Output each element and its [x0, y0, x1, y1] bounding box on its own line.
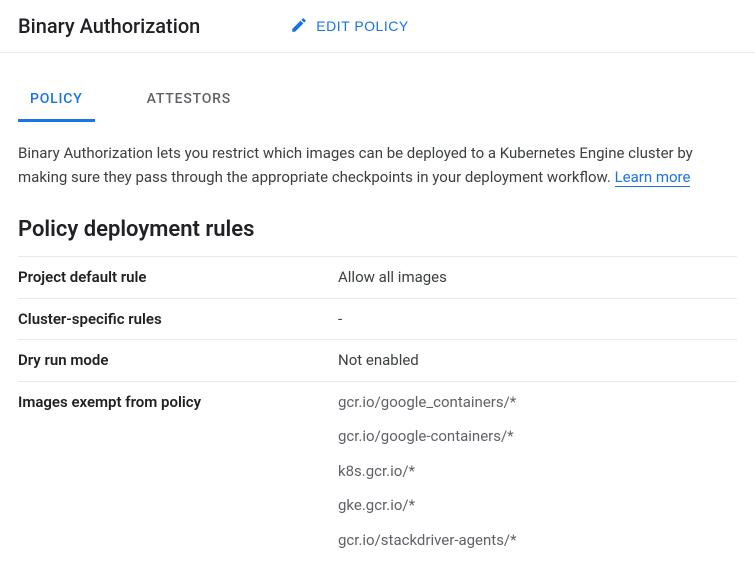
cluster-rules-value: - — [338, 298, 737, 340]
cluster-rules-label: Cluster-specific rules — [18, 298, 338, 340]
dry-run-label: Dry run mode — [18, 340, 338, 382]
description-text: Binary Authorization lets you restrict w… — [18, 141, 737, 189]
edit-policy-button[interactable]: EDIT POLICY — [290, 16, 408, 37]
dry-run-value: Not enabled — [338, 340, 737, 382]
edit-policy-label: EDIT POLICY — [316, 18, 408, 34]
page-header: Binary Authorization EDIT POLICY — [0, 0, 755, 53]
exempt-item: gcr.io/stackdriver-agents/* — [338, 529, 737, 552]
tab-attestors[interactable]: ATTESTORS — [135, 81, 243, 122]
exempt-list: gcr.io/google_containers/* gcr.io/google… — [338, 391, 737, 552]
tab-bar: POLICY ATTESTORS — [0, 81, 755, 123]
description-body: Binary Authorization lets you restrict w… — [18, 144, 693, 186]
page-title: Binary Authorization — [18, 14, 200, 38]
exempt-item: k8s.gcr.io/* — [338, 460, 737, 483]
exempt-item: gcr.io/google_containers/* — [338, 391, 737, 414]
table-row: Images exempt from policy gcr.io/google_… — [18, 381, 737, 560]
exempt-item: gcr.io/google-containers/* — [338, 425, 737, 448]
section-title: Policy deployment rules — [18, 217, 737, 242]
default-rule-label: Project default rule — [18, 257, 338, 299]
tab-policy[interactable]: POLICY — [18, 81, 95, 122]
exempt-item: gke.gcr.io/* — [338, 494, 737, 517]
exempt-value: gcr.io/google_containers/* gcr.io/google… — [338, 381, 737, 560]
table-row: Project default rule Allow all images — [18, 257, 737, 299]
exempt-label: Images exempt from policy — [18, 381, 338, 560]
table-row: Dry run mode Not enabled — [18, 340, 737, 382]
default-rule-value: Allow all images — [338, 257, 737, 299]
content-area: Binary Authorization lets you restrict w… — [0, 123, 755, 578]
rules-table: Project default rule Allow all images Cl… — [18, 256, 737, 560]
table-row: Cluster-specific rules - — [18, 298, 737, 340]
learn-more-link[interactable]: Learn more — [615, 168, 691, 187]
edit-icon — [290, 16, 308, 37]
